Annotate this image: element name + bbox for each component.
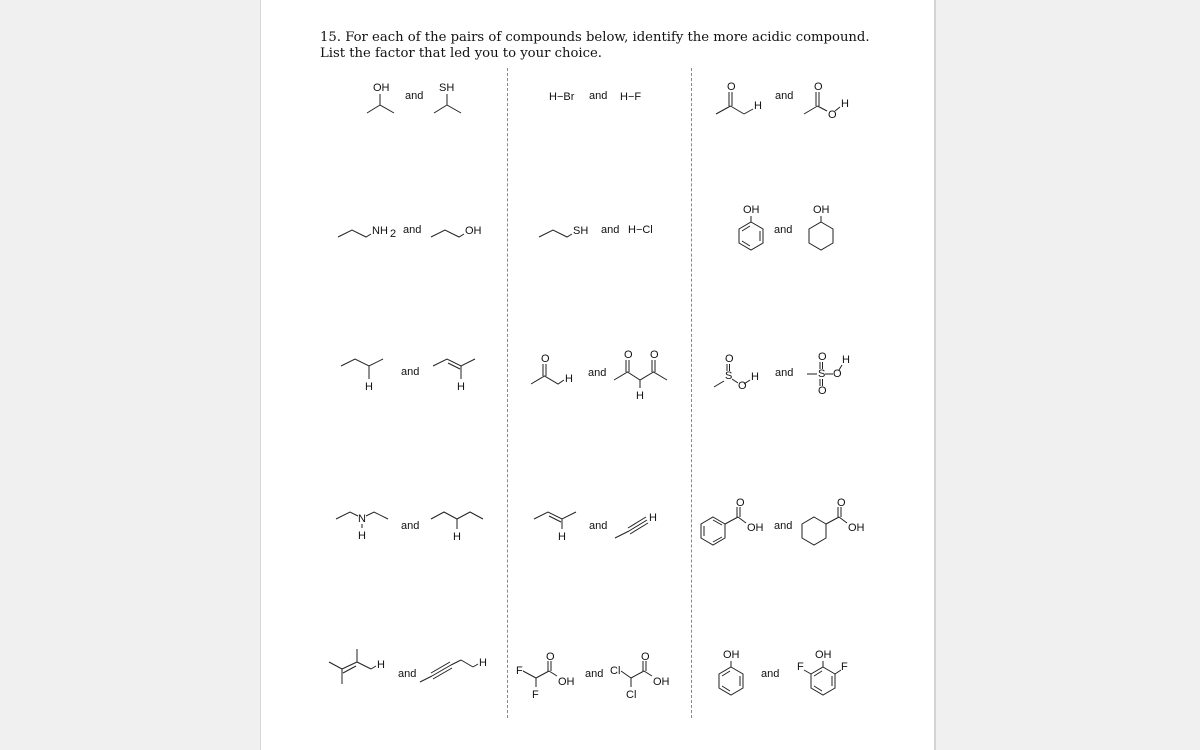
difluoroacetic-acid-structure: F F O OH: [516, 651, 575, 701]
and-label: and: [403, 224, 422, 236]
isopropanol-structure: OH: [366, 82, 395, 114]
hydrogen-label: H: [841, 98, 849, 110]
oxygen-label: O: [727, 81, 736, 93]
and-label: and: [601, 224, 620, 236]
hcl-label: H−Cl: [628, 224, 653, 236]
pentane-structure: H: [430, 511, 484, 543]
and-label: and: [589, 520, 608, 532]
and-label: and: [589, 90, 608, 102]
nitrogen-label: N: [358, 513, 366, 525]
chlorine-label: Cl: [610, 665, 620, 677]
hydrogen-label: H: [751, 371, 759, 383]
propanethiol-structure: SH: [433, 82, 462, 114]
butane-structure: H: [340, 358, 384, 393]
oxygen-label: O: [541, 353, 550, 365]
oxygen-label: O: [650, 349, 659, 361]
difluorophenol-structure: OH F F: [797, 649, 848, 696]
propyne-structure: H: [614, 512, 657, 539]
oxygen-label: O: [725, 353, 734, 365]
and-label: and: [761, 668, 780, 680]
benzoic-acid-structure: O OH: [700, 497, 764, 546]
column-divider-1: [507, 68, 508, 718]
butene-structure: H: [533, 511, 577, 543]
acetone-structure: O H: [715, 81, 762, 115]
hydroxyl-label: OH: [743, 204, 760, 216]
and-label: and: [775, 90, 794, 102]
fluorine-label: F: [841, 661, 848, 673]
phenol-structure: OH: [738, 204, 764, 251]
oxygen-label: O: [833, 368, 842, 380]
oxygen-label: O: [818, 351, 827, 363]
cyclohexanecarboxylic-acid-structure: O OH: [801, 497, 865, 546]
hydrogen-label: H: [649, 512, 657, 524]
question-number: 15.: [320, 30, 341, 45]
hydroxyl-label: OH: [747, 522, 764, 534]
hf-label: H−F: [620, 91, 642, 103]
hydroxyl-label: OH: [813, 204, 830, 216]
hydroxyl-label: OH: [465, 225, 482, 237]
oxygen-label: O: [814, 81, 823, 93]
hydroxyl-label: OH: [653, 676, 670, 688]
hydrogen-label: H: [558, 531, 566, 543]
fluorine-label: F: [516, 665, 523, 677]
and-label: and: [401, 520, 420, 532]
dichloroacetic-acid-structure: Cl Cl O OH: [610, 651, 670, 701]
tetramethylethylene-structure: H: [328, 649, 385, 684]
hydrogen-label: H: [377, 659, 385, 671]
and-label: and: [775, 367, 794, 379]
sulfur-label: S: [818, 368, 825, 380]
chlorine-label: Cl: [626, 689, 636, 701]
and-label: and: [585, 668, 604, 680]
hydrogen-label: H: [479, 657, 487, 669]
acetone-structure: O H: [530, 353, 573, 385]
hydroxyl-label: OH: [723, 649, 740, 661]
fluorine-label: F: [532, 689, 539, 701]
hydroxyl-label: OH: [373, 82, 390, 94]
thiol-label: SH: [439, 82, 454, 94]
hydrogen-label: H: [565, 373, 573, 385]
hydrogen-label: H: [453, 531, 461, 543]
hydrogen-label: H: [636, 390, 644, 402]
oxygen-label: O: [818, 385, 827, 397]
propanethiol-chain-structure: SH: [538, 225, 588, 238]
amine-label: NH: [372, 225, 388, 237]
oxygen-label: O: [624, 349, 633, 361]
question-text: 15. For each of the pairs of compounds b…: [320, 30, 880, 61]
and-label: and: [774, 520, 793, 532]
methanesulfinic-acid-structure: O S O H: [713, 353, 759, 392]
diethylamine-structure: N H: [335, 511, 389, 542]
cyclohexanol-structure: OH: [808, 204, 834, 251]
and-label: and: [588, 367, 607, 379]
pentanedione-structure: O O H: [613, 349, 668, 402]
methanesulfonic-acid-structure: O S O O H: [807, 351, 850, 397]
oxygen-label: O: [738, 380, 747, 392]
question-prompt: For each of the pairs of compounds below…: [320, 30, 870, 61]
butene-structure: H: [432, 358, 476, 393]
thiol-label: SH: [573, 225, 588, 237]
hydroxyl-label: OH: [558, 676, 575, 688]
column-divider-2: [691, 68, 692, 718]
fluorine-label: F: [797, 661, 804, 673]
acetic-acid-structure: O O H: [803, 81, 849, 121]
hydroxyl-label: OH: [848, 522, 865, 534]
hydrogen-label: H: [842, 354, 850, 366]
and-label: and: [774, 224, 793, 236]
hydrogen-label: H: [358, 530, 366, 542]
sulfur-label: S: [725, 370, 732, 382]
hydrogen-label: H: [457, 381, 465, 393]
hydrogen-label: H: [754, 100, 762, 112]
hbr-label: H−Br: [549, 91, 575, 103]
pentyne-structure: H: [419, 657, 487, 683]
subscript-2: 2: [390, 228, 396, 240]
phenol-structure: OH: [718, 649, 744, 696]
and-label: and: [398, 668, 417, 680]
and-label: and: [401, 366, 420, 378]
hydroxyl-label: OH: [815, 649, 832, 661]
propanol-structure: OH: [430, 225, 482, 238]
hydrogen-label: H: [365, 381, 373, 393]
